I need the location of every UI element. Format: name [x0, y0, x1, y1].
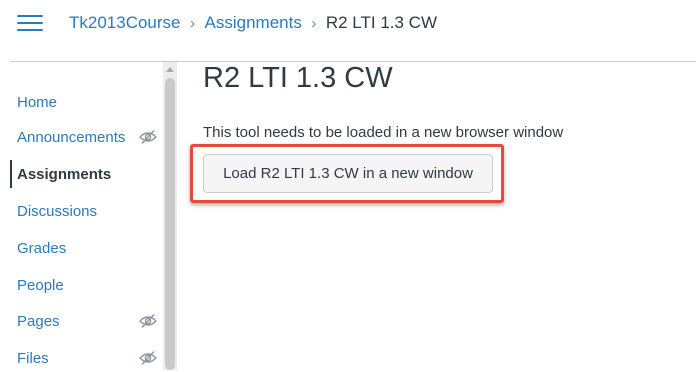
tool-message: This tool needs to be loaded in a new br… — [203, 124, 564, 141]
breadcrumb-current: R2 LTI 1.3 CW — [325, 13, 437, 32]
hamburger-menu-icon[interactable] — [17, 13, 43, 33]
top-header: Tk2013Course › Assignments › R2 LTI 1.3 … — [0, 0, 696, 46]
sidebar-item-label: Assignments — [17, 165, 112, 183]
sidebar-item-label: People — [17, 276, 64, 294]
sidebar-item-announcements[interactable]: Announcements — [10, 123, 163, 151]
sidebar-item-assignments[interactable]: Assignments — [10, 160, 163, 188]
chevron-right-icon: › — [311, 14, 317, 32]
sidebar-scrollbar[interactable] — [163, 62, 177, 370]
sidebar-item-label: Discussions — [17, 202, 98, 220]
sidebar-item-grades[interactable]: Grades — [10, 234, 163, 262]
hidden-eye-icon — [139, 314, 157, 328]
sidebar-item-label: Files — [17, 349, 49, 367]
sidebar-item-home[interactable]: Home — [10, 88, 163, 116]
sidebar-item-label: Pages — [17, 312, 60, 330]
main-content: R2 LTI 1.3 CW This tool needs to be load… — [190, 62, 696, 370]
hidden-eye-icon — [139, 130, 157, 144]
load-in-new-window-button[interactable]: Load R2 LTI 1.3 CW in a new window — [203, 154, 493, 193]
hidden-eye-icon — [139, 351, 157, 365]
course-nav-sidebar: Home Announcements Assignments Discussio… — [10, 62, 163, 370]
active-indicator — [10, 160, 12, 188]
chevron-right-icon: › — [190, 14, 196, 32]
sidebar-item-people[interactable]: People — [10, 271, 163, 299]
sidebar-item-label: Announcements — [17, 128, 126, 146]
breadcrumb: Tk2013Course › Assignments › R2 LTI 1.3 … — [69, 11, 437, 35]
sidebar-item-label: Grades — [17, 239, 67, 257]
sidebar-item-label: Home — [17, 93, 58, 111]
breadcrumb-assignments-link[interactable]: Assignments — [205, 13, 302, 33]
sidebar-item-discussions[interactable]: Discussions — [10, 197, 163, 225]
page-title: R2 LTI 1.3 CW — [203, 62, 393, 94]
scroll-up-icon[interactable] — [166, 67, 174, 72]
scroll-thumb[interactable] — [165, 78, 175, 370]
sidebar-item-pages[interactable]: Pages — [10, 307, 163, 335]
sidebar-item-files[interactable]: Files — [10, 344, 163, 372]
breadcrumb-course-link[interactable]: Tk2013Course — [69, 13, 181, 33]
